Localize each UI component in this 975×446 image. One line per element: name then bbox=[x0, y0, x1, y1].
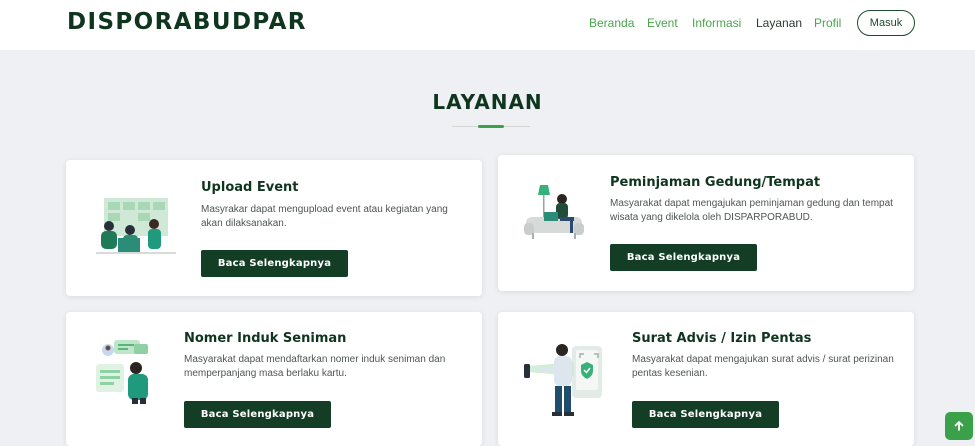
section-title: LAYANAN bbox=[432, 90, 543, 114]
card-title: Upload Event bbox=[201, 180, 299, 195]
nav-informasi[interactable]: Informasi bbox=[692, 16, 741, 30]
read-more-button[interactable]: Baca Selengkapnya bbox=[632, 401, 779, 428]
read-more-button[interactable]: Baca Selengkapnya bbox=[184, 401, 331, 428]
scroll-top-button[interactable] bbox=[945, 412, 973, 440]
card-description: Masyarakat dapat mengajukan surat advis … bbox=[632, 354, 894, 379]
read-more-button[interactable]: Baca Selengkapnya bbox=[201, 250, 348, 277]
sofa-laptop-illustration bbox=[524, 185, 584, 239]
nav-event[interactable]: Event bbox=[647, 16, 678, 30]
card-description: Masyarakat dapat mendaftarkan nomer indu… bbox=[184, 354, 446, 379]
brand-logo[interactable]: DISPORABUDPAR bbox=[67, 9, 307, 35]
service-card-nomer-induk-seniman: Nomer Induk Seniman Masyarakat dapat men… bbox=[66, 312, 482, 446]
nav-beranda[interactable]: Beranda bbox=[589, 16, 634, 30]
read-more-button[interactable]: Baca Selengkapnya bbox=[610, 244, 757, 271]
login-button[interactable]: Masuk bbox=[857, 10, 915, 36]
service-card-peminjaman-gedung: Peminjaman Gedung/Tempat Masyarakat dapa… bbox=[498, 155, 914, 291]
site-header: DISPORABUDPAR Beranda Event Informasi La… bbox=[0, 0, 975, 50]
card-title: Peminjaman Gedung/Tempat bbox=[610, 175, 821, 190]
arrow-up-icon bbox=[954, 421, 964, 431]
id-card-illustration bbox=[96, 340, 148, 404]
card-title: Nomer Induk Seniman bbox=[184, 331, 347, 346]
title-accent bbox=[478, 125, 504, 128]
card-description: Masyarakat dapat mengajukan peminjaman g… bbox=[610, 198, 893, 223]
service-card-surat-advis: Surat Advis / Izin Pentas Masyarakat dap… bbox=[498, 312, 914, 446]
card-description: Masyrakar dapat mengupload event atau ke… bbox=[201, 204, 448, 229]
nav-profil[interactable]: Profil bbox=[814, 16, 841, 30]
nav-layanan[interactable]: Layanan bbox=[756, 16, 802, 30]
service-card-upload-event: Upload Event Masyrakar dapat mengupload … bbox=[66, 160, 482, 296]
phone-verification-illustration bbox=[524, 344, 602, 416]
card-title: Surat Advis / Izin Pentas bbox=[632, 331, 812, 346]
team-meeting-illustration bbox=[96, 198, 176, 254]
